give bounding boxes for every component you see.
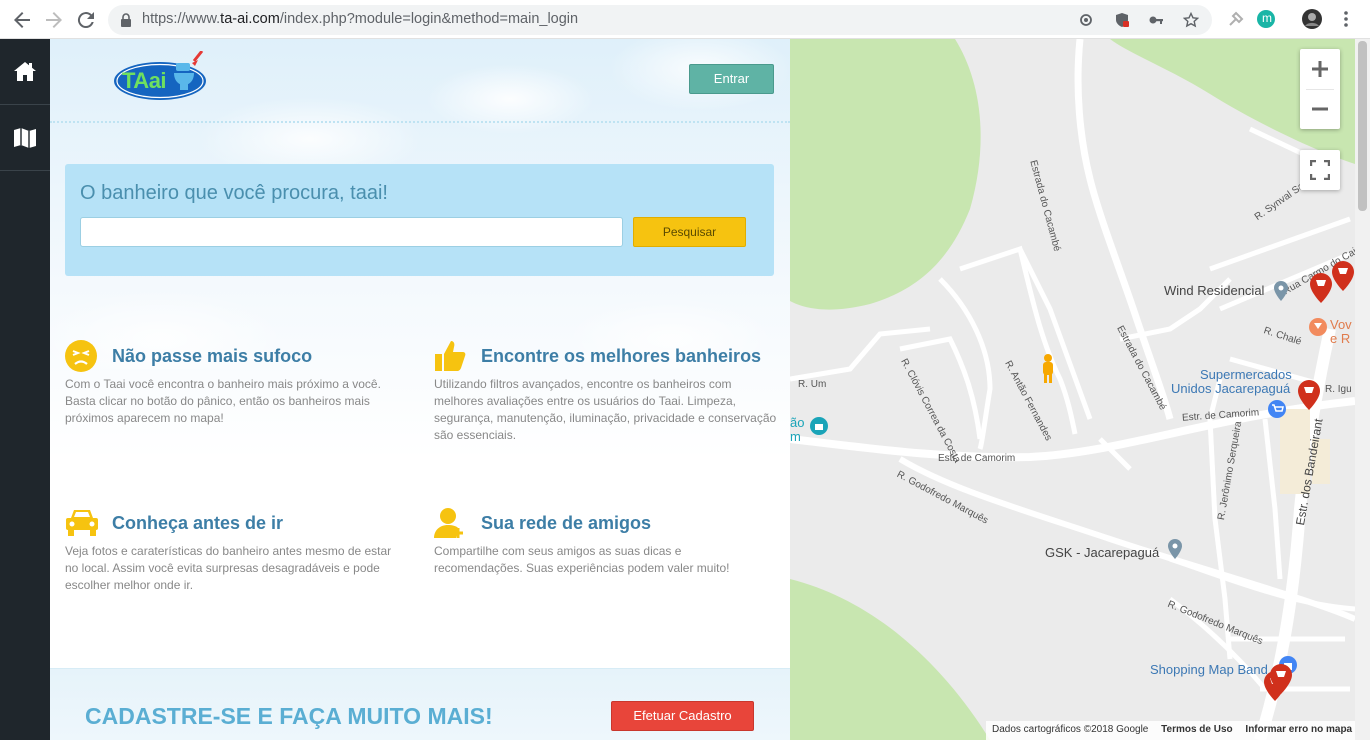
url-text: https://www.ta-ai.com/index.php?module=l… — [142, 11, 579, 27]
header-divider — [50, 121, 790, 123]
street-label: R. Igu — [1325, 384, 1352, 395]
face-icon — [65, 339, 99, 373]
toilet-pin-icon[interactable] — [1298, 380, 1320, 410]
signup-cta: CADASTRE-SE E FAÇA MUITO MAIS! — [85, 703, 493, 729]
place-pin-icon — [1168, 539, 1182, 559]
place-gsk[interactable]: GSK - Jacarepaguá — [1045, 545, 1159, 560]
feature-title: Sua rede de amigos — [481, 513, 652, 533]
location-icon[interactable] — [1078, 12, 1094, 28]
street-label: R. Um — [798, 379, 827, 390]
feature-title: Encontre os melhores banheiros — [481, 346, 762, 366]
zoom-in-button[interactable] — [1300, 49, 1340, 89]
landing-panel: TAai Entrar O banheiro que você procura,… — [50, 39, 790, 740]
place-pin-icon — [1274, 281, 1288, 301]
shopping-cart-icon — [1268, 400, 1286, 418]
street-view-pegman-icon[interactable] — [1040, 353, 1056, 385]
place-left[interactable]: ão — [790, 415, 804, 430]
extension-badge: m — [1262, 11, 1272, 25]
map-terms-link[interactable]: Termos de Uso — [1161, 724, 1233, 735]
feature-text: Com o Taai você encontra o banheiro mais… — [65, 377, 381, 425]
sidebar — [0, 39, 50, 740]
search-panel: O banheiro que você procura, taai! Pesqu… — [65, 164, 774, 276]
fullscreen-icon — [1310, 160, 1330, 180]
place-supermercados[interactable]: Supermercados — [1200, 367, 1292, 382]
search-button[interactable]: Pesquisar — [633, 217, 746, 247]
feature-title: Não passe mais sufoco — [112, 346, 313, 366]
extension-icon[interactable] — [1226, 9, 1246, 29]
avatar[interactable] — [1302, 9, 1322, 29]
car-icon — [65, 506, 99, 540]
sidebar-item-map[interactable] — [0, 105, 50, 171]
feature-text: Compartilhe com seus amigos as suas dica… — [434, 544, 730, 575]
map[interactable]: Estrada do Cacambé R. Synval Sam Rua Car… — [790, 39, 1355, 740]
back-icon[interactable] — [10, 8, 34, 32]
logo[interactable]: TAai — [114, 50, 210, 101]
header: TAai Entrar — [50, 39, 790, 123]
sidebar-item-home[interactable] — [0, 39, 50, 105]
toilet-pin-icon[interactable] — [1270, 664, 1292, 694]
feature-text: Utilizando filtros avançados, encontre o… — [434, 377, 777, 442]
thumbs-up-icon — [434, 339, 468, 373]
search-title: O banheiro que você procura, taai! — [80, 182, 388, 204]
key-icon[interactable] — [1148, 12, 1164, 28]
feature-text: Veja fotos e caraterísticas do banheiro … — [65, 544, 392, 592]
reload-icon[interactable] — [74, 8, 98, 32]
toilet-pin-icon[interactable] — [1310, 273, 1332, 303]
map-report-link[interactable]: Informar erro no mapa — [1245, 724, 1352, 735]
forward-icon[interactable] — [42, 8, 66, 32]
extension-m-icon[interactable]: m — [1256, 9, 1276, 29]
place-wind-residencial[interactable]: Wind Residencial — [1164, 283, 1264, 298]
login-button[interactable]: Entrar — [689, 64, 774, 94]
add-user-icon — [434, 506, 468, 540]
museum-icon — [810, 417, 828, 435]
shield-icon[interactable] — [1114, 12, 1130, 28]
place-shopping[interactable]: Shopping Map Band — [1150, 662, 1268, 677]
address-bar[interactable]: https://www.ta-ai.com/index.php?module=l… — [108, 5, 1212, 35]
scrollbar-thumb[interactable] — [1358, 41, 1367, 211]
street-label: Estr. de Camorim — [938, 453, 1016, 464]
restaurant-icon — [1309, 318, 1327, 336]
signup-banner: CADASTRE-SE E FAÇA MUITO MAIS! Efetuar C… — [50, 668, 790, 740]
home-icon — [14, 62, 36, 81]
search-input[interactable] — [80, 217, 623, 247]
menu-icon[interactable] — [1336, 9, 1356, 29]
minus-icon — [1312, 107, 1328, 111]
lock-icon — [118, 12, 134, 28]
plus-icon — [1312, 61, 1328, 77]
map-data-credit: Dados cartográficos ©2018 Google — [992, 724, 1149, 735]
place-vov[interactable]: Vov — [1330, 317, 1352, 332]
zoom-controls — [1300, 49, 1340, 129]
place-left-line2[interactable]: m — [790, 429, 801, 444]
place-supermercados-line2[interactable]: Unidos Jacarepaguá — [1171, 381, 1290, 396]
signup-button[interactable]: Efetuar Cadastro — [611, 701, 754, 731]
zoom-out-button[interactable] — [1300, 89, 1340, 129]
scrollbar[interactable] — [1355, 39, 1370, 740]
place-vov-line2[interactable]: e R — [1330, 331, 1350, 346]
toilet-pin-icon[interactable] — [1332, 261, 1354, 291]
map-attribution: Dados cartográficos ©2018 Google Termos … — [986, 721, 1355, 740]
map-icon — [14, 128, 36, 148]
star-icon[interactable] — [1182, 11, 1200, 28]
feature-title: Conheça antes de ir — [112, 513, 284, 533]
browser-toolbar: https://www.ta-ai.com/index.php?module=l… — [0, 0, 1370, 39]
fullscreen-button[interactable] — [1300, 150, 1340, 190]
logo-text: TAai — [122, 68, 167, 93]
